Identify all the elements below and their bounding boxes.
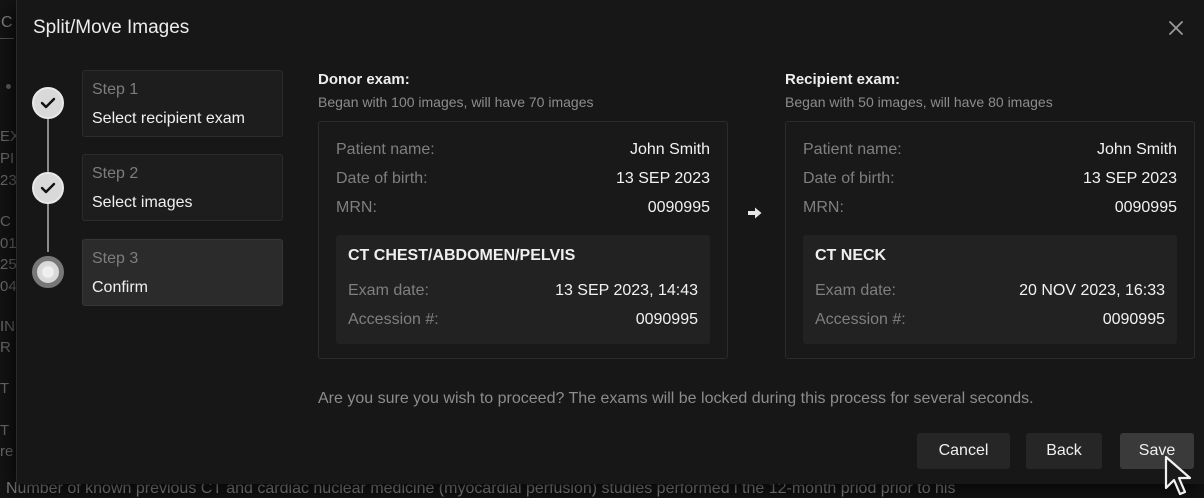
mrn-label: MRN: xyxy=(803,199,844,216)
accession-row: Accession #: 0090995 xyxy=(348,309,698,331)
donor-exam-section: Donor exam: Began with 100 images, will … xyxy=(318,71,730,359)
patient-name-row: Patient name: John Smith xyxy=(336,139,710,161)
background-text-fragment: 25 xyxy=(0,256,17,273)
dob-row: Date of birth: 13 SEP 2023 xyxy=(803,168,1177,190)
background-text-fragment: re xyxy=(0,443,14,460)
step-number: Step 1 xyxy=(92,81,139,98)
arrow-right-icon xyxy=(748,207,762,219)
step-label: Confirm xyxy=(92,279,149,296)
step-3-confirm[interactable]: Step 3 Confirm xyxy=(82,239,283,306)
cancel-button[interactable]: Cancel xyxy=(917,433,1010,469)
patient-name-row: Patient name: John Smith xyxy=(803,139,1177,161)
close-icon[interactable] xyxy=(1165,17,1187,39)
donor-exam-image-count: Began with 100 images, will have 70 imag… xyxy=(318,94,594,110)
donor-exam-details-card: CT CHEST/ABDOMEN/PELVIS Exam date: 13 SE… xyxy=(336,235,710,344)
accession-value: 0090995 xyxy=(635,311,698,328)
background-text-fragment: C xyxy=(0,213,11,230)
accession-row: Accession #: 0090995 xyxy=(815,309,1165,331)
background-tab-label: C xyxy=(1,14,13,31)
step-label: Select recipient exam xyxy=(92,110,245,127)
step-1-check-icon xyxy=(32,87,64,119)
background-text-fragment: T xyxy=(0,422,10,439)
exam-date-label: Exam date: xyxy=(815,282,896,299)
step-2-check-icon xyxy=(32,172,64,204)
patient-name-value: John Smith xyxy=(629,141,710,158)
recipient-exam-heading: Recipient exam: xyxy=(785,71,901,88)
confirmation-message: Are you sure you wish to proceed? The ex… xyxy=(318,390,1034,407)
step-number: Step 3 xyxy=(92,250,139,267)
dob-value: 13 SEP 2023 xyxy=(1082,170,1177,187)
accession-value: 0090995 xyxy=(1102,311,1165,328)
background-text-fragment: PI xyxy=(0,150,15,167)
mouse-pointer-icon xyxy=(1164,455,1192,496)
exam-date-row: Exam date: 13 SEP 2023, 14:43 xyxy=(348,280,698,302)
dob-row: Date of birth: 13 SEP 2023 xyxy=(336,168,710,190)
exam-date-row: Exam date: 20 NOV 2023, 16:33 xyxy=(815,280,1165,302)
step-number: Step 2 xyxy=(92,165,139,182)
background-tab: C xyxy=(0,10,14,39)
split-move-dialog: Split/Move Images Step 1 Select recipien… xyxy=(16,0,1204,484)
exam-title: CT NECK xyxy=(815,247,887,264)
mrn-row: MRN: 0090995 xyxy=(336,197,710,219)
exam-date-value: 13 SEP 2023, 14:43 xyxy=(555,282,698,299)
patient-name-label: Patient name: xyxy=(336,141,435,158)
exam-date-value: 20 NOV 2023, 16:33 xyxy=(1019,282,1165,299)
background-text-fragment: 04 xyxy=(0,278,17,295)
step-1-select-recipient-exam[interactable]: Step 1 Select recipient exam xyxy=(82,70,283,137)
dialog-title: Split/Move Images xyxy=(33,17,190,38)
recipient-exam-section: Recipient exam: Began with 50 images, wi… xyxy=(785,71,1197,359)
mrn-row: MRN: 0090995 xyxy=(803,197,1177,219)
background-text-fragment: R xyxy=(0,339,11,356)
patient-name-value: John Smith xyxy=(1096,141,1177,158)
donor-patient-card: Patient name: John Smith Date of birth: … xyxy=(318,121,728,359)
dob-label: Date of birth: xyxy=(336,170,428,187)
exam-date-label: Exam date: xyxy=(348,282,429,299)
patient-name-label: Patient name: xyxy=(803,141,902,158)
step-2-select-images[interactable]: Step 2 Select images xyxy=(82,154,283,221)
mrn-label: MRN: xyxy=(336,199,377,216)
background-bullet xyxy=(6,84,11,89)
background-text-fragment: T xyxy=(0,380,10,397)
recipient-exam-image-count: Began with 50 images, will have 80 image… xyxy=(785,94,1053,110)
background-text-fragment: IN xyxy=(0,318,15,335)
donor-exam-heading: Donor exam: xyxy=(318,71,410,88)
mrn-value: 0090995 xyxy=(647,199,710,216)
exam-title: CT CHEST/ABDOMEN/PELVIS xyxy=(348,247,576,264)
back-button[interactable]: Back xyxy=(1026,433,1102,469)
step-3-current-indicator-icon xyxy=(32,256,64,288)
background-text-fragment: 01 xyxy=(0,235,17,252)
dob-label: Date of birth: xyxy=(803,170,895,187)
dob-value: 13 SEP 2023 xyxy=(615,170,710,187)
step-label: Select images xyxy=(92,194,193,211)
background-text-fragment: 23 xyxy=(0,172,17,189)
recipient-patient-card: Patient name: John Smith Date of birth: … xyxy=(785,121,1195,359)
recipient-exam-details-card: CT NECK Exam date: 20 NOV 2023, 16:33 Ac… xyxy=(803,235,1177,344)
accession-label: Accession #: xyxy=(815,311,906,328)
accession-label: Accession #: xyxy=(348,311,439,328)
mrn-value: 0090995 xyxy=(1114,199,1177,216)
